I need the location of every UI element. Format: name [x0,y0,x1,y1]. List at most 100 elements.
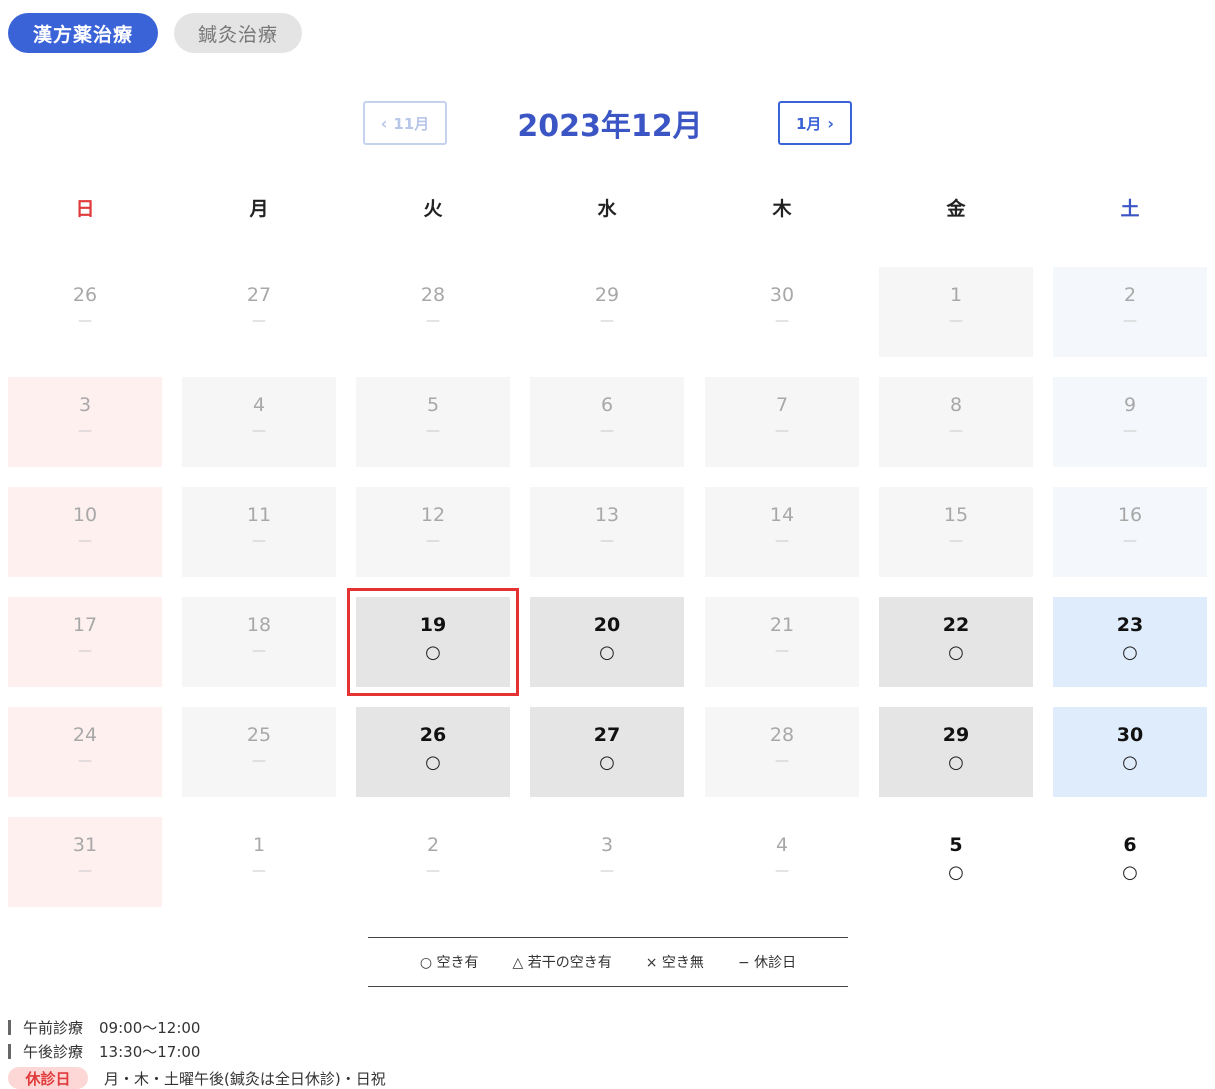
calendar-day[interactable]: 30 ○ [1053,707,1207,797]
day-number: 11 [246,504,272,526]
calendar-day[interactable]: 6 ○ [1053,817,1207,907]
morning-time: 09:00〜12:00 [99,1019,201,1037]
day-number: 14 [769,504,795,526]
calendar-day: 15 — [879,487,1033,577]
calendar-day: 3— [530,817,684,907]
legend-full: × 空き無 [645,955,704,971]
closed-days: 休診日 月・木・土曜午後(鍼灸は全日休診)・日祝 [8,1067,386,1089]
calendar-day: 31 — [8,817,162,907]
legend-available: ○ 空き有 [419,955,479,971]
available-mark-icon: ○ [425,752,441,773]
available-mark-icon: ○ [425,642,441,663]
closed-mark-icon: — [775,753,789,769]
day-number: 16 [1117,504,1143,526]
day-number: 30 [1116,724,1144,746]
calendar-day[interactable]: 27 ○ [530,707,684,797]
available-mark-icon: ○ [1122,642,1138,663]
afternoon-time: 13:30〜17:00 [99,1043,201,1061]
closed-mark-icon: — [252,753,266,769]
closed-mark-icon: — [600,423,614,439]
calendar-day[interactable]: 5 ○ [879,817,1033,907]
calendar-day: 8— [879,377,1033,467]
next-month-label: 1月 [795,114,822,133]
closed-mark-icon: — [78,753,92,769]
closed-mark-icon: — [252,313,266,329]
day-number: 3 [78,394,92,416]
tab-kampo[interactable]: 漢方薬治療 [8,13,158,53]
available-mark-icon: ○ [948,752,964,773]
calendar-day: 25 — [182,707,336,797]
closed-mark-icon: — [426,313,440,329]
calendar-day: 9— [1053,377,1207,467]
calendar-day: 24 — [8,707,162,797]
closed-text: 月・木・土曜午後(鍼灸は全日休診)・日祝 [104,1069,386,1088]
closed-mark-icon: — [775,863,789,879]
calendar-day[interactable]: 29 ○ [879,707,1033,797]
day-number: 15 [943,504,969,526]
closed-mark-icon: — [426,423,440,439]
day-number: 25 [246,724,272,746]
available-mark-icon: ○ [948,862,964,883]
day-number: 7 [775,394,789,416]
calendar-day: 13 — [530,487,684,577]
calendar-day[interactable]: 23 ○ [1053,597,1207,687]
day-number: 26 [419,724,447,746]
day-number: 1 [252,834,266,856]
closed-mark-icon: — [949,533,963,549]
closed-mark-icon: — [600,863,614,879]
closed-mark-icon: — [1123,423,1137,439]
weekday-label: 火 [423,197,443,220]
day-number: 5 [426,394,440,416]
bullet-bar [8,1020,11,1035]
chevron-left-icon: ‹ [380,113,388,133]
calendar-day: 4— [182,377,336,467]
weekday-label: 日 [75,197,95,220]
day-number: 31 [72,834,98,856]
weekday-label: 月 [249,197,269,220]
day-number: 26 [72,284,98,306]
day-number: 10 [72,504,98,526]
day-number: 22 [942,614,970,636]
calendar-day: 12 — [356,487,510,577]
calendar-day[interactable]: 22 ○ [879,597,1033,687]
weekday-label: 木 [772,197,792,220]
closed-mark-icon: — [252,863,266,879]
day-number: 8 [949,394,963,416]
bullet-bar [8,1044,11,1059]
day-number: 13 [594,504,620,526]
closed-mark-icon: — [775,533,789,549]
legend-closed: − 休診日 [737,955,797,971]
closed-mark-icon: — [426,533,440,549]
weekday-label: 水 [597,197,617,220]
tab-acupuncture[interactable]: 鍼灸治療 [174,13,302,53]
day-number: 5 [949,834,963,856]
day-number: 18 [246,614,272,636]
calendar-day: 2— [356,817,510,907]
calendar-day: 7— [705,377,859,467]
day-number: 19 [419,614,447,636]
day-number: 6 [1123,834,1137,856]
available-mark-icon: ○ [1122,752,1138,773]
day-number: 23 [1116,614,1144,636]
morning-label: 午前診療 [23,1019,84,1037]
calendar-day: 29 — [530,267,684,357]
calendar-day-selected[interactable]: 19 ○ [347,588,519,696]
calendar-day: 1— [879,267,1033,357]
closed-mark-icon: — [78,863,92,879]
day-number: 12 [420,504,446,526]
calendar-day: 16 — [1053,487,1207,577]
day-number: 20 [593,614,621,636]
prev-month-button[interactable]: ‹ 11月 [363,101,447,145]
closed-mark-icon: — [426,863,440,879]
available-mark-icon: ○ [599,642,615,663]
day-number: 1 [949,284,963,306]
calendar-day: 21 — [705,597,859,687]
calendar-day[interactable]: 20 ○ [530,597,684,687]
afternoon-label: 午後診療 [23,1043,84,1061]
next-month-button[interactable]: 1月 › [778,101,852,145]
calendar-day: 17 — [8,597,162,687]
calendar-day[interactable]: 26 ○ [356,707,510,797]
closed-mark-icon: — [775,643,789,659]
chevron-right-icon: › [827,113,835,133]
closed-mark-icon: — [775,313,789,329]
